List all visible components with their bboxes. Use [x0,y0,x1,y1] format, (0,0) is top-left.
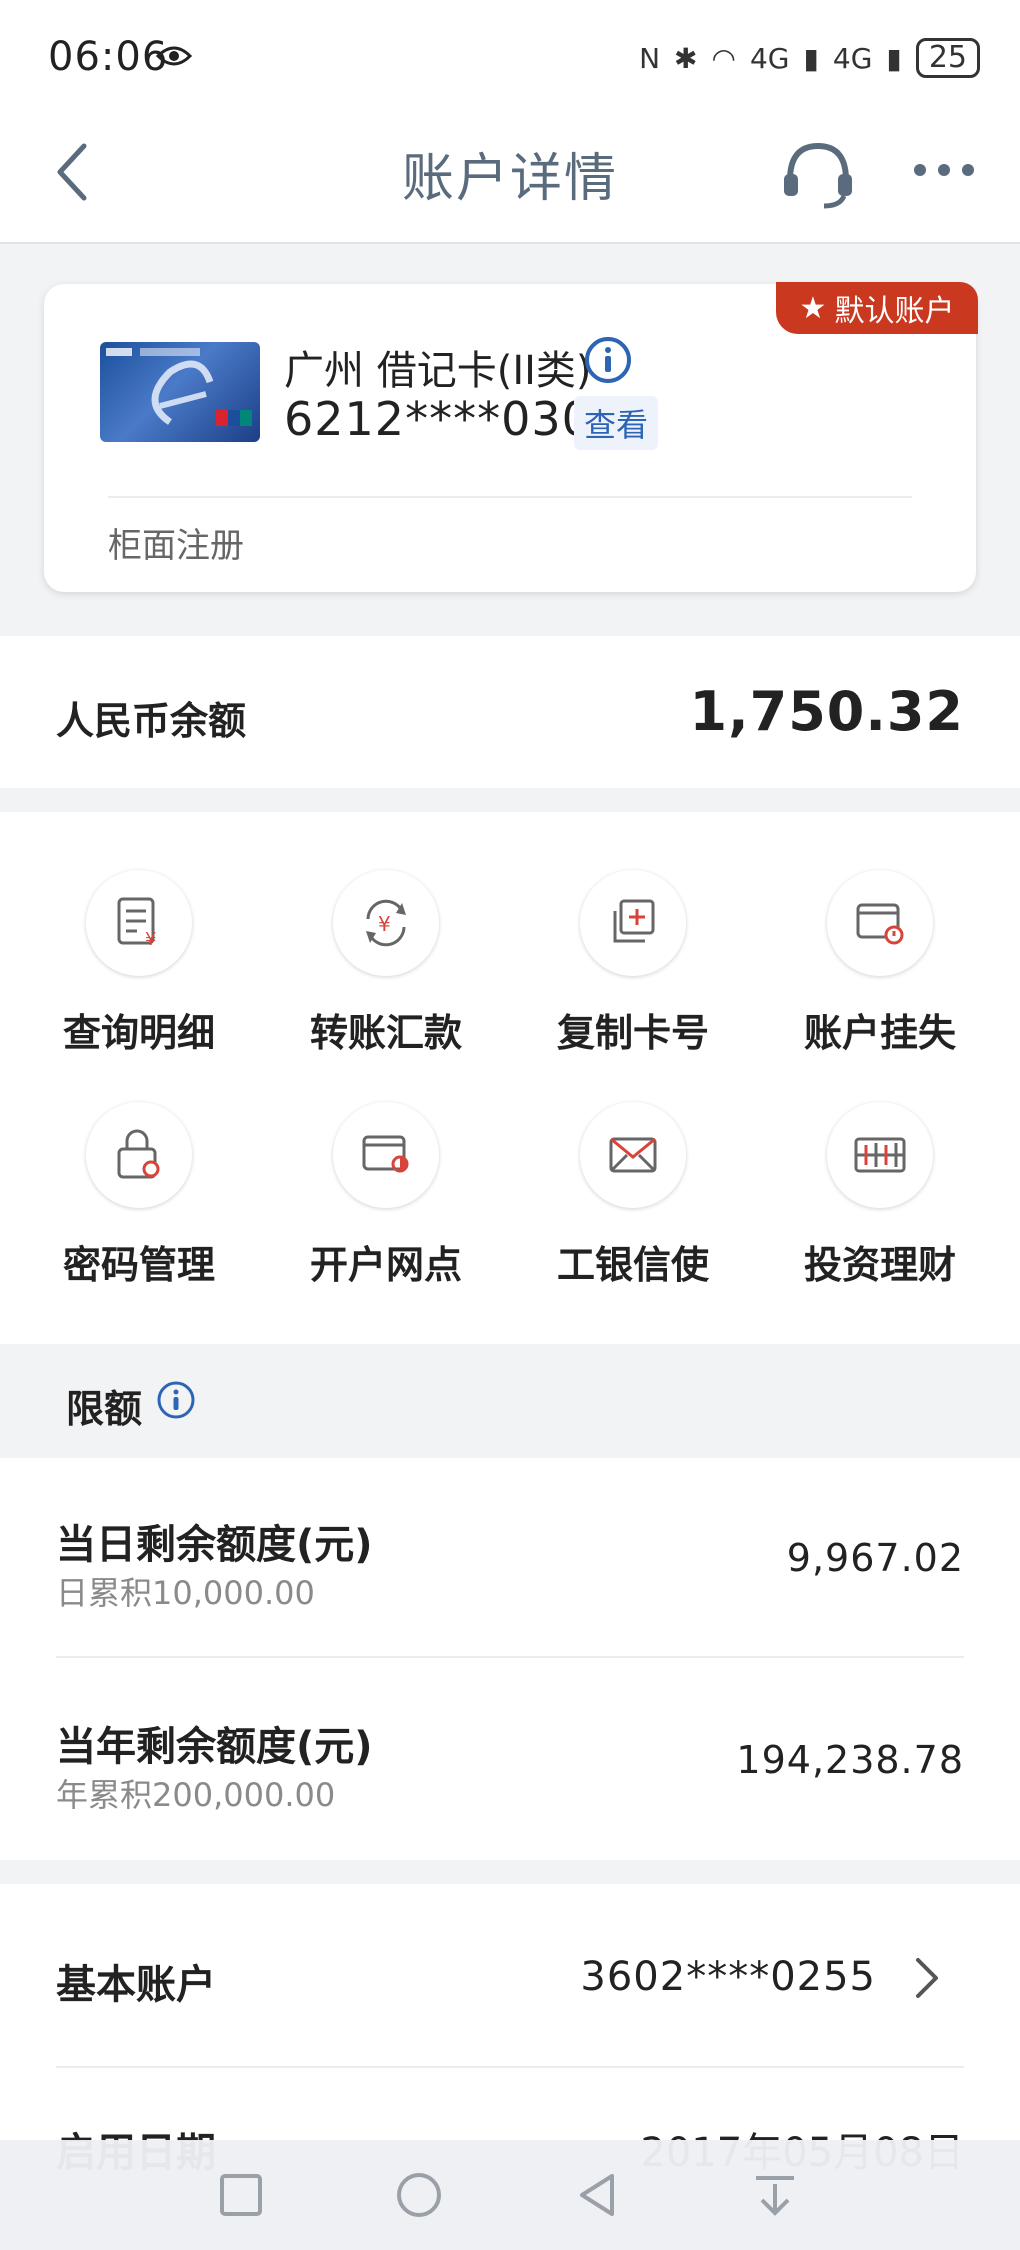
info-icon[interactable] [584,336,632,384]
service-branch[interactable]: 开户网点 [262,1102,510,1289]
daily-limit-value: 9,967.02 [786,1536,964,1580]
signal-2: 4G [832,41,873,75]
service-transfer[interactable]: ¥ 转账汇款 [262,870,510,1057]
balance-label: 人民币余额 [56,699,247,743]
service-query-details[interactable]: ¥ 查询明细 [15,870,263,1057]
service-label: 开户网点 [309,1243,462,1287]
more-icon[interactable] [912,150,976,190]
wifi-icon: ◠ [711,41,736,75]
service-report-loss[interactable]: 账户挂失 [756,870,1004,1057]
service-messenger[interactable]: 工银信使 [509,1102,757,1289]
svg-text:¥: ¥ [145,929,156,950]
star-icon: ★ [799,290,827,326]
balance-value: 1,750.32 [689,680,964,743]
status-time: 06:06 [48,34,169,80]
daily-limit-label: 当日剩余额度(元) [56,1522,373,1568]
service-label: 投资理财 [803,1243,956,1287]
report-loss-icon [827,870,933,976]
query-details-icon: ¥ [86,870,192,976]
service-label: 复制卡号 [556,1011,709,1055]
page-title: 账户详情 [401,149,618,209]
messenger-icon [580,1102,686,1208]
card-number: 6212****0300 [284,392,623,446]
status-indicators: N ✱ ◠ 4G ▮ 4G ▮ 25 [639,36,980,80]
service-label: 密码管理 [62,1243,215,1287]
limits-header [0,1344,1020,1458]
registration-method: 柜面注册 [108,526,244,566]
service-password[interactable]: 密码管理 [15,1102,263,1289]
badge-label: 默认账户 [834,294,955,329]
card-name: 广州 借记卡(II类) [284,348,592,394]
home-icon[interactable] [394,2170,444,2220]
service-invest[interactable]: 投资理财 [756,1102,1004,1289]
battery-icon: 25 [915,38,980,78]
yearly-limit-label: 当年剩余额度(元) [56,1724,373,1770]
divider [108,496,912,498]
branch-location-icon [333,1102,439,1208]
eye-icon [156,46,192,66]
signal-icon: ▮ [886,41,902,75]
copy-card-icon [580,870,686,976]
divider [56,1656,964,1658]
customer-service-icon[interactable] [780,140,856,210]
back-nav-icon[interactable] [572,2170,622,2220]
divider [56,2066,964,2068]
basic-account-value[interactable]: 3602****0255 [580,1954,876,2000]
service-label: 账户挂失 [803,1011,956,1055]
chevron-right-icon[interactable] [910,1952,944,2004]
default-account-badge: ★ 默认账户 [776,282,978,334]
password-icon [86,1102,192,1208]
yearly-limit-sub: 年累积200,000.00 [56,1776,336,1814]
service-label: 转账汇款 [309,1011,462,1055]
svg-text:¥: ¥ [378,912,391,936]
system-nav-bar [0,2140,1020,2250]
limits-title: 限额 [66,1387,143,1431]
service-label: 工银信使 [556,1243,709,1287]
signal-icon: ▮ [803,41,819,75]
transfer-icon: ¥ [333,870,439,976]
yearly-limit-value: 194,238.78 [736,1738,964,1782]
basic-account-label: 基本账户 [56,1962,216,2008]
bluetooth-icon: ✱ [674,41,698,75]
nfc-icon: N [639,41,661,75]
view-card-number-button[interactable]: 查看 [574,396,659,450]
service-label: 查询明细 [62,1011,215,1055]
daily-limit-sub: 日累积10,000.00 [56,1574,315,1612]
info-icon[interactable] [156,1380,196,1420]
invest-icon [827,1102,933,1208]
dropdown-nav-icon[interactable] [750,2170,800,2220]
recents-icon[interactable] [216,2170,266,2220]
service-copy-card[interactable]: 复制卡号 [509,870,757,1057]
bank-card-image [100,342,260,442]
signal-1: 4G [749,41,790,75]
